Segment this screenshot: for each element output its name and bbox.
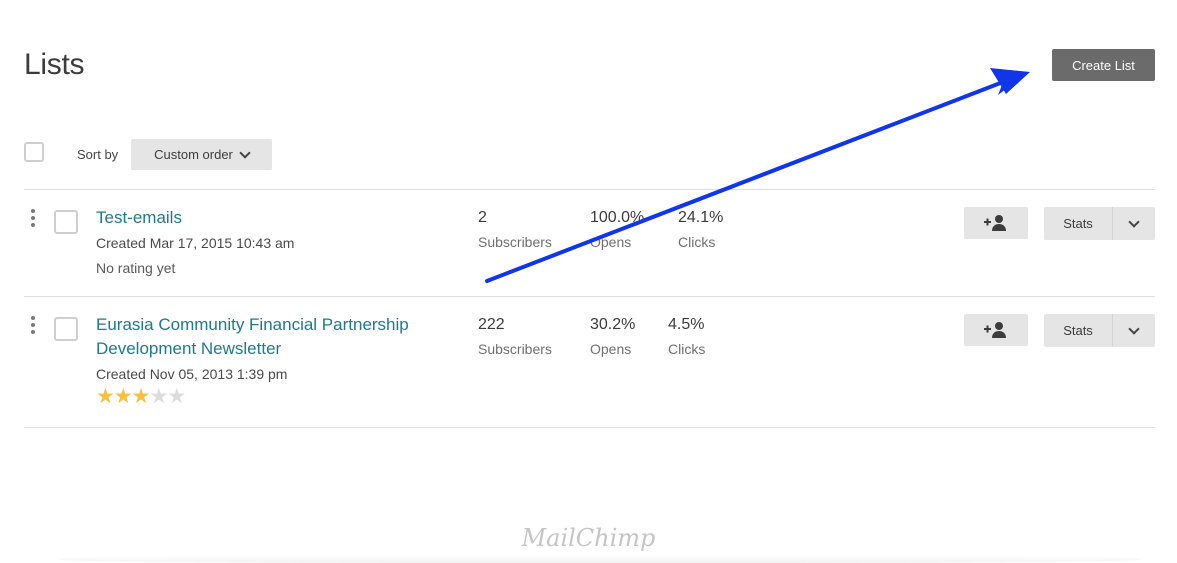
add-user-icon — [984, 215, 1006, 231]
star-icon: ★ — [96, 385, 115, 408]
sort-select[interactable]: Custom order — [131, 139, 272, 170]
drag-handle-icon[interactable] — [31, 209, 37, 227]
list-rating-stars: ★★★★★ — [96, 385, 186, 408]
list-row: Test-emails Created Mar 17, 2015 10:43 a… — [0, 190, 1177, 296]
clicks-stat: 4.5% Clicks — [668, 315, 705, 359]
subscribers-stat: 2 Subscribers — [478, 208, 552, 252]
clicks-value: 4.5% — [668, 316, 705, 333]
subscribers-value: 222 — [478, 316, 505, 333]
star-icon: ★ — [131, 385, 151, 408]
chevron-down-icon — [239, 146, 251, 159]
clicks-label: Clicks — [668, 341, 706, 357]
row-checkbox[interactable] — [54, 210, 78, 234]
add-subscriber-button[interactable] — [964, 207, 1028, 239]
opens-label: Opens — [590, 341, 632, 357]
row-checkbox[interactable] — [54, 317, 78, 341]
list-name-line: Eurasia Community Financial Partnership — [96, 315, 409, 334]
stats-button[interactable]: Stats — [1044, 314, 1113, 347]
chevron-down-icon — [1128, 322, 1140, 335]
subscribers-value: 2 — [478, 209, 487, 226]
annotation-arrow-head — [990, 68, 1030, 94]
page-title: Lists — [24, 48, 85, 81]
create-list-button[interactable]: Create List — [1052, 49, 1155, 81]
opens-value: 100.0% — [590, 209, 645, 226]
subscribers-stat: 222 Subscribers — [478, 315, 552, 359]
star-icon: ★ — [149, 385, 168, 408]
stats-dropdown-button[interactable] — [1113, 207, 1155, 240]
sort-label: Sort by — [77, 147, 119, 162]
clicks-stat: 24.1% Clicks — [678, 208, 723, 252]
add-user-icon — [984, 322, 1006, 338]
divider — [24, 427, 1155, 428]
add-subscriber-button[interactable] — [964, 314, 1028, 346]
stats-button[interactable]: Stats — [1044, 207, 1113, 240]
list-row: Eurasia Community Financial Partnership … — [0, 297, 1177, 427]
footer-shadow — [60, 555, 1140, 563]
stats-split-button: Stats — [1044, 207, 1155, 240]
mailchimp-logo: MailChimp — [521, 524, 656, 552]
annotation-arrow-head — [998, 70, 1028, 95]
star-icon: ★ — [113, 385, 133, 408]
opens-stat: 30.2% Opens — [590, 315, 635, 359]
opens-value: 30.2% — [590, 316, 636, 333]
list-name-link[interactable]: Eurasia Community Financial Partnership … — [96, 313, 409, 361]
stats-dropdown-button[interactable] — [1113, 314, 1155, 347]
list-created-date: Created Mar 17, 2015 10:43 am — [96, 235, 295, 251]
opens-stat: 100.0% Opens — [590, 208, 644, 252]
opens-label: Opens — [590, 234, 632, 250]
list-name-line: Development Newsletter — [96, 339, 282, 358]
select-all-checkbox[interactable] — [24, 142, 44, 162]
stats-split-button: Stats — [1044, 314, 1155, 347]
list-created-date: Created Nov 05, 2013 1:39 pm — [96, 366, 288, 382]
star-icon: ★ — [167, 385, 186, 408]
drag-handle-icon[interactable] — [31, 316, 37, 334]
list-rating-text: No rating yet — [96, 260, 176, 276]
list-name-link[interactable]: Test-emails — [96, 206, 182, 230]
subscribers-label: Subscribers — [478, 234, 552, 250]
clicks-value: 24.1% — [678, 209, 724, 226]
sort-select-value: Custom order — [154, 147, 233, 162]
clicks-label: Clicks — [678, 234, 716, 250]
subscribers-label: Subscribers — [478, 341, 552, 357]
chevron-down-icon — [1128, 215, 1140, 228]
